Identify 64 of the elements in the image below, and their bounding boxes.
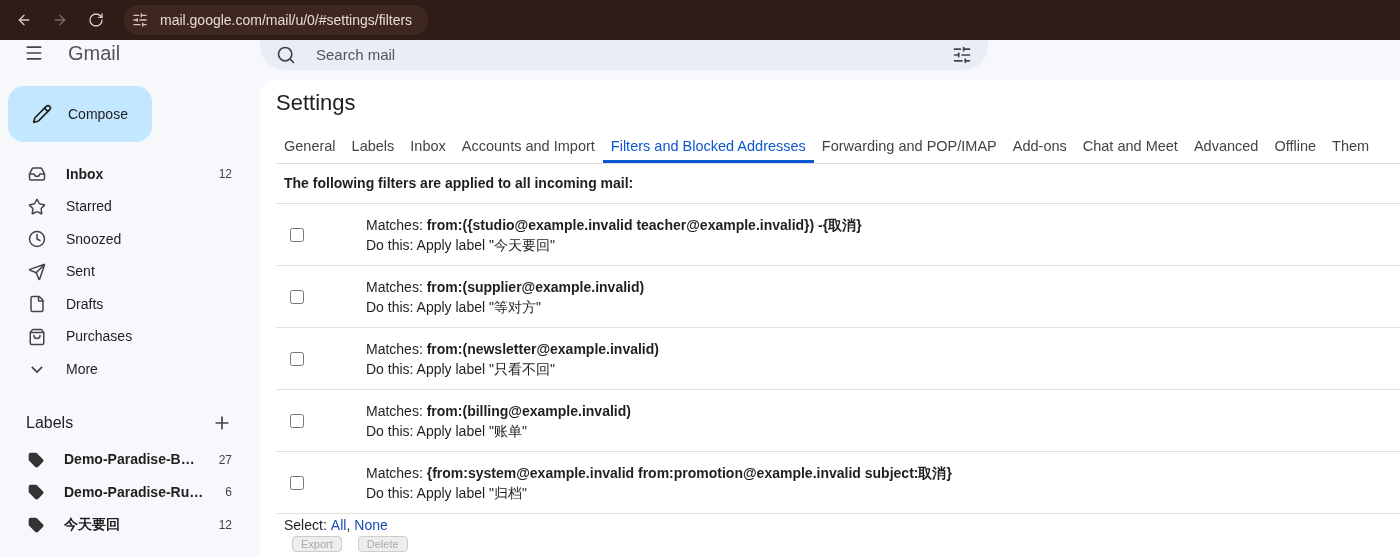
nav-item[interactable]: Snoozed (0, 223, 260, 256)
nav-item[interactable]: Starred (0, 190, 260, 223)
pencil-icon (32, 104, 52, 124)
filter-criteria: Matches: from:(billing@example.invalid) (366, 401, 631, 421)
filter-checkbox[interactable] (290, 227, 304, 242)
select-label: Select: (284, 515, 327, 535)
star-icon (28, 197, 46, 216)
nav-item[interactable]: Inbox 12 (0, 158, 260, 191)
back-icon[interactable] (16, 12, 32, 28)
label-icon (28, 451, 44, 468)
label-item[interactable]: Demo-Paradise-B… 27 (0, 443, 260, 476)
inbox-icon (28, 165, 46, 184)
filter-action: Do this: Apply label "今天要回" (366, 235, 556, 255)
filter-action: Do this: Apply label "等对方" (366, 297, 542, 317)
select-none-link[interactable]: None (354, 514, 388, 536)
bag-icon (28, 327, 46, 346)
labels-heading: Labels (26, 412, 74, 433)
filter-action: Do this: Apply label "归档" (366, 483, 528, 503)
settings-tab[interactable]: Offline (1266, 132, 1325, 163)
settings-tab[interactable]: Advanced (1185, 132, 1267, 163)
search-field[interactable]: Search mail (260, 40, 988, 70)
settings-tab[interactable]: General (276, 132, 344, 163)
label-item[interactable]: 今天要回 12 (0, 508, 260, 541)
file-icon (28, 295, 46, 314)
filters-heading: The following filters are applied to all incoming mail: (284, 174, 634, 193)
filter-action: Do this: Apply label "账单" (366, 421, 528, 441)
settings-tab[interactable]: Labels (343, 132, 403, 163)
filter-criteria: Matches: from:({studio@example.invalid teacher@example.invalid}) -{取消} (366, 215, 862, 235)
filter-checkbox[interactable] (290, 413, 304, 428)
clock-icon (28, 230, 46, 249)
settings-tab[interactable]: Add-ons (1004, 132, 1075, 163)
nav-item[interactable]: More (0, 353, 260, 386)
filter-criteria: Matches: from:(newsletter@example.invalid) (366, 339, 659, 359)
settings-tab[interactable]: Accounts and Import (453, 132, 603, 163)
menu-icon[interactable] (24, 43, 44, 63)
settings-tab[interactable]: Them (1324, 132, 1378, 163)
nav-item[interactable]: Sent (0, 255, 260, 288)
site-settings-icon[interactable] (132, 12, 148, 28)
chevron-down-icon (31, 365, 43, 373)
label-icon (28, 484, 44, 501)
nav-item[interactable]: Purchases (0, 320, 260, 353)
send-icon (28, 262, 46, 281)
label-item[interactable]: Demo-Paradise-Ru… 6 (0, 476, 260, 509)
settings-tab[interactable]: Inbox (402, 132, 454, 163)
filter-criteria: Matches: from:(supplier@example.invalid) (366, 277, 645, 297)
nav-item[interactable]: Drafts (0, 288, 260, 321)
settings-tab[interactable]: Forwarding and POP/IMAP (813, 132, 1005, 163)
filter-options-icon[interactable] (952, 45, 972, 65)
settings-tab[interactable]: Chat and Meet (1074, 132, 1186, 163)
forward-icon[interactable] (52, 12, 68, 28)
filter-action: Do this: Apply label "只看不回" (366, 359, 556, 379)
gmail-logo[interactable]: Gmail (68, 41, 121, 65)
address-bar[interactable]: mail.google.com/mail/u/0/#settings/filters (124, 5, 429, 35)
settings-tab[interactable]: Filters and Blocked Addresses (602, 132, 814, 163)
filter-checkbox[interactable] (290, 351, 304, 366)
label-icon (28, 516, 44, 533)
separator-comma: , (346, 515, 351, 535)
compose-button[interactable]: Compose (8, 86, 152, 142)
search-icon[interactable] (276, 45, 296, 65)
filter-checkbox[interactable] (290, 289, 304, 304)
filter-checkbox[interactable] (290, 475, 304, 490)
settings-title: Settings (276, 90, 357, 116)
filter-criteria: Matches: {from:system@example.invalid from:promotion@example.invalid subject:取消} (366, 463, 952, 483)
reload-icon[interactable] (88, 12, 104, 28)
